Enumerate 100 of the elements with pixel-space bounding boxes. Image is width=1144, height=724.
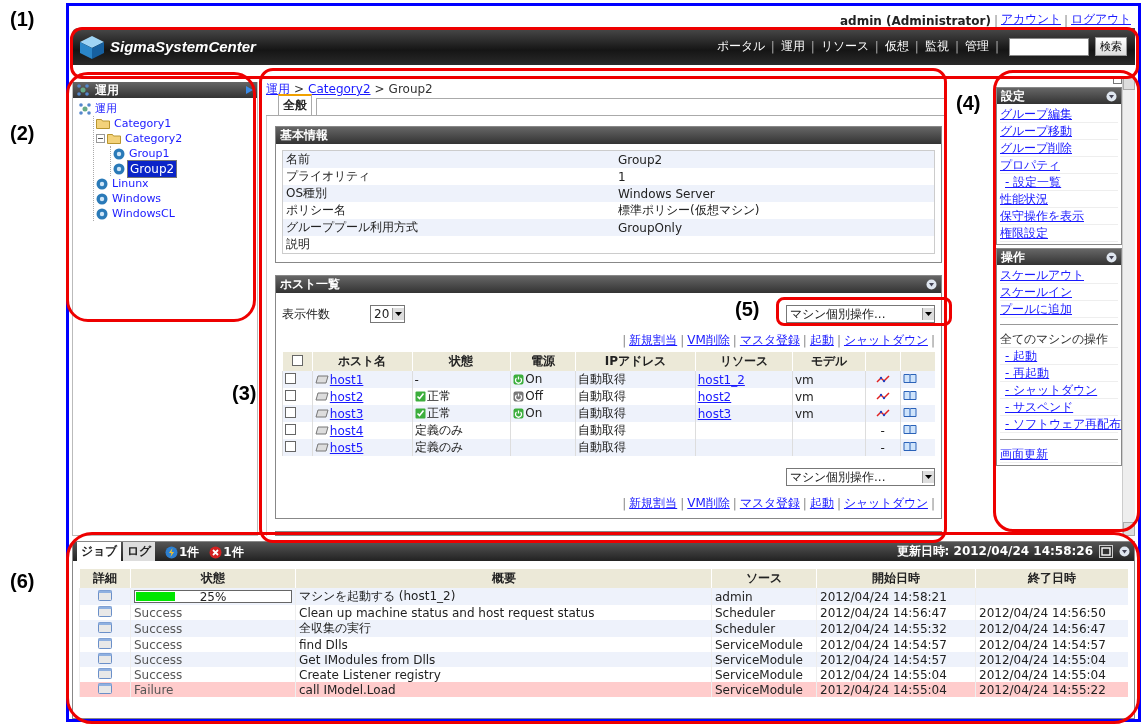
row-checkbox[interactable] xyxy=(285,390,296,401)
collapse-toggle[interactable] xyxy=(96,134,105,144)
table-row[interactable]: host5 定義のみ 自動取得 - xyxy=(282,439,935,457)
menu-link[interactable]: 権限設定 xyxy=(1000,225,1048,242)
dropdown-arrow-icon[interactable] xyxy=(925,475,932,480)
nav-link[interactable]: 監視 xyxy=(924,38,949,56)
host-link[interactable]: host1 xyxy=(329,372,364,387)
table-row[interactable]: host1 - On 自動取得 host1_2 vm xyxy=(282,371,935,389)
chart-line-icon[interactable] xyxy=(875,408,890,418)
window-icon[interactable] xyxy=(98,668,112,679)
menu-link[interactable]: グループ移動 xyxy=(1000,123,1072,140)
header-link[interactable]: アカウント xyxy=(1000,10,1061,28)
menu-link[interactable]: 性能状況 xyxy=(1000,191,1048,208)
window-icon[interactable] xyxy=(98,638,112,649)
menu-link[interactable]: スケールイン xyxy=(1000,284,1072,301)
action-link[interactable]: 新規割当 xyxy=(629,495,678,513)
menu-link[interactable]: スケールアウト xyxy=(1000,267,1084,284)
nav-link[interactable]: リソース xyxy=(820,38,869,56)
nav-link[interactable]: 仮想 xyxy=(884,38,909,56)
tab[interactable]: 全般 xyxy=(278,94,312,116)
tree-item[interactable]: Category1 xyxy=(112,117,174,131)
page-size-select[interactable]: 20 xyxy=(370,305,406,324)
menu-link[interactable]: プールに追加 xyxy=(1000,301,1072,318)
column-header[interactable]: 状態 xyxy=(130,569,296,589)
book-icon[interactable] xyxy=(902,390,917,401)
row-checkbox[interactable] xyxy=(285,373,296,384)
window-icon[interactable] xyxy=(98,683,112,694)
action-link[interactable]: VM削除 xyxy=(687,332,730,350)
resource-link[interactable]: host2 xyxy=(697,390,732,404)
host-link[interactable]: host5 xyxy=(329,440,364,455)
dropdown-arrow-icon[interactable] xyxy=(395,312,403,317)
menu-link[interactable]: グループ削除 xyxy=(1000,140,1072,157)
book-icon[interactable] xyxy=(902,441,917,452)
breadcrumb-link[interactable]: 運用 xyxy=(266,82,290,97)
tree-item[interactable]: Group2 xyxy=(127,160,178,178)
tree-item[interactable]: WindowsCL xyxy=(110,207,177,221)
tab[interactable]: ジョブ xyxy=(77,542,121,562)
action-link[interactable]: VM削除 xyxy=(687,495,730,513)
nav-link[interactable]: 管理 xyxy=(964,38,989,56)
action-link[interactable]: 起動 xyxy=(809,332,834,350)
menu-link[interactable]: プロパティ xyxy=(1000,157,1060,174)
column-header[interactable]: 詳細 xyxy=(79,569,131,589)
host-link[interactable]: host3 xyxy=(329,406,364,421)
breadcrumb-link[interactable]: Category2 xyxy=(308,82,371,97)
action-select[interactable]: マシン個別操作... xyxy=(786,305,935,324)
table-row[interactable]: 25% マシンを起動する (host1_2) admin 2012/04/24 14:58:21 xyxy=(79,588,1128,606)
window-icon[interactable] xyxy=(98,606,112,617)
window-icon[interactable] xyxy=(98,653,112,664)
host-link[interactable]: host2 xyxy=(329,389,364,404)
table-row[interactable]: Failure call IModel.Load ServiceModule 2012/04/24 14:55:04 2012/04/24 14:55:22 xyxy=(79,682,1128,698)
row-checkbox[interactable] xyxy=(285,441,296,452)
window-icon[interactable] xyxy=(98,590,112,601)
scrollbar[interactable] xyxy=(1122,76,1135,537)
action-select[interactable]: マシン個別操作... xyxy=(786,468,935,487)
menu-link[interactable]: - ソフトウェア再配布 xyxy=(1005,416,1122,433)
action-link[interactable]: シャットダウン xyxy=(843,495,928,513)
host-link[interactable]: host4 xyxy=(329,423,364,438)
select-all-checkbox[interactable] xyxy=(291,355,303,366)
header-link[interactable]: ログアウト xyxy=(1071,10,1131,28)
menu-link[interactable]: - 起動 xyxy=(1005,348,1038,365)
column-header[interactable]: モデル xyxy=(792,352,866,372)
column-header[interactable]: 終了日時 xyxy=(975,569,1128,589)
row-checkbox[interactable] xyxy=(285,407,296,418)
table-row[interactable]: Success Get IModules from Dlls ServiceModule 2012/04/24 14:54:57 2012/04/24 14:55:04 xyxy=(79,652,1128,668)
column-header[interactable]: リソース xyxy=(695,352,793,372)
action-link[interactable]: 起動 xyxy=(809,495,834,513)
tree-item[interactable]: Windows xyxy=(110,192,164,206)
column-header[interactable]: 状態 xyxy=(412,352,511,372)
column-header[interactable]: ソース xyxy=(711,569,817,589)
window-icon[interactable] xyxy=(98,622,112,633)
search-field[interactable] xyxy=(1009,37,1089,56)
search-button[interactable]: 検索 xyxy=(1095,37,1127,57)
nav-link[interactable]: ポータル xyxy=(716,38,765,56)
action-link[interactable]: シャットダウン xyxy=(843,332,928,350)
action-link[interactable]: マスタ登録 xyxy=(739,495,800,513)
menu-link[interactable]: 画面更新 xyxy=(1000,446,1048,463)
menu-link[interactable]: 保守操作を表示 xyxy=(1000,208,1084,225)
resource-link[interactable]: host1_2 xyxy=(697,373,745,387)
chart-line-icon[interactable] xyxy=(875,391,890,401)
book-icon[interactable] xyxy=(902,373,917,384)
action-link[interactable]: 新規割当 xyxy=(629,332,678,350)
table-row[interactable]: Success 全収集の実行 Scheduler 2012/04/24 14:55:32 2012/04/24 14:56:47 xyxy=(79,620,1128,638)
book-icon[interactable] xyxy=(902,424,917,435)
column-header[interactable]: 電源 xyxy=(510,352,576,372)
tree-item[interactable]: Group1 xyxy=(127,147,172,161)
nav-link[interactable]: 運用 xyxy=(780,38,805,56)
tab[interactable]: ログ xyxy=(123,542,155,562)
menu-link[interactable]: - サスペンド xyxy=(1005,399,1074,416)
row-checkbox[interactable] xyxy=(285,424,296,435)
column-header[interactable]: ホスト名 xyxy=(312,352,413,372)
column-header[interactable]: IPアドレス xyxy=(575,352,696,372)
menu-link[interactable]: グループ編集 xyxy=(1000,106,1072,123)
menu-link[interactable]: - シャットダウン xyxy=(1005,382,1098,399)
column-header[interactable]: 開始日時 xyxy=(816,569,976,589)
dropdown-arrow-icon[interactable] xyxy=(925,312,932,317)
book-icon[interactable] xyxy=(902,407,917,418)
tree-item[interactable]: Category2 xyxy=(123,132,185,146)
chart-line-icon[interactable] xyxy=(875,374,890,384)
menu-link[interactable]: - 設定一覧 xyxy=(1005,174,1062,191)
resource-link[interactable]: host3 xyxy=(697,407,732,421)
